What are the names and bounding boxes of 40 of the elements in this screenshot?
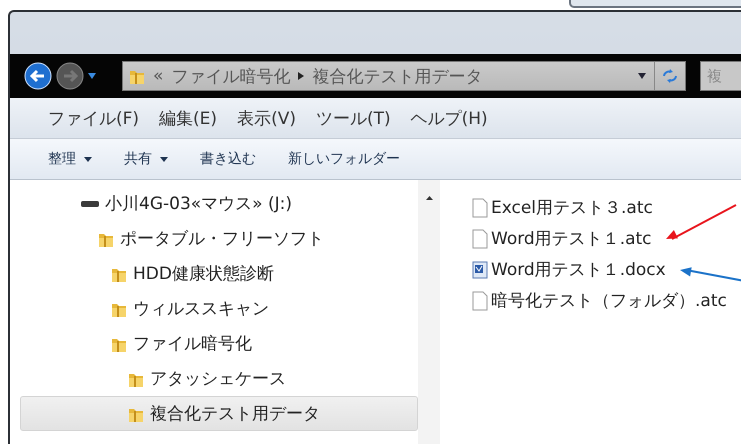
tree-item[interactable]: HDD健康状態診断 (20, 256, 418, 291)
menu-item[interactable]: ファイル(F) (48, 106, 140, 130)
tree-item[interactable]: ウィルススキャン (20, 291, 418, 326)
search-field[interactable]: 複 (700, 61, 741, 91)
refresh-icon (662, 69, 678, 83)
tree-item[interactable]: 小川4G-03«マウス» (J:) (20, 186, 418, 221)
toolbar-button[interactable]: 書き込む (200, 150, 256, 168)
menu-item[interactable]: ヘルプ(H) (410, 106, 488, 130)
menu-item[interactable]: 編集(E) (159, 106, 218, 130)
caret-icon (160, 156, 168, 162)
blank-file-icon (472, 290, 488, 310)
address-field[interactable]: « ファイル暗号化 複合化テスト用データ (122, 61, 686, 91)
toolbar-button[interactable]: 整理 (48, 150, 92, 168)
tree-item[interactable]: ポータブル・フリーソフト (20, 221, 418, 256)
toolbar-button[interactable]: 新しいフォルダー (288, 150, 400, 168)
toolbar-button[interactable]: 共有 (124, 150, 168, 168)
scroll-up-icon[interactable] (426, 196, 432, 200)
forward-button[interactable] (56, 62, 84, 90)
breadcrumb-item[interactable]: 複合化テスト用データ (312, 64, 482, 88)
history-caret-icon[interactable] (88, 73, 96, 79)
back-button[interactable] (24, 62, 52, 90)
tree-item[interactable]: アタッシェケース (20, 361, 418, 396)
file-name[interactable]: 暗号化テスト（フォルダ）.atc (491, 289, 727, 312)
breadcrumb-overflow[interactable]: « (153, 66, 164, 86)
file-name[interactable]: Excel用テスト３.atc (491, 196, 653, 219)
menu-item[interactable]: 表示(V) (237, 106, 296, 130)
drive-icon (81, 200, 99, 208)
menu-item[interactable]: ツール(T) (316, 106, 391, 130)
breadcrumb-item[interactable]: ファイル暗号化 (171, 64, 290, 88)
breadcrumb-separator-icon (298, 72, 304, 80)
scrollbar[interactable] (418, 180, 440, 444)
dropdown-caret-icon[interactable] (638, 73, 646, 79)
blank-file-icon (472, 198, 488, 218)
blank-file-icon (472, 228, 488, 248)
tree-item[interactable]: ファイル暗号化 (20, 326, 418, 361)
caret-icon (84, 156, 92, 162)
document-icon (472, 260, 488, 278)
tree-item[interactable]: 複合化テスト用データ (20, 396, 418, 431)
file-name[interactable]: Word用テスト１.docx (491, 258, 666, 281)
file-name[interactable]: Word用テスト１.atc (491, 227, 652, 250)
